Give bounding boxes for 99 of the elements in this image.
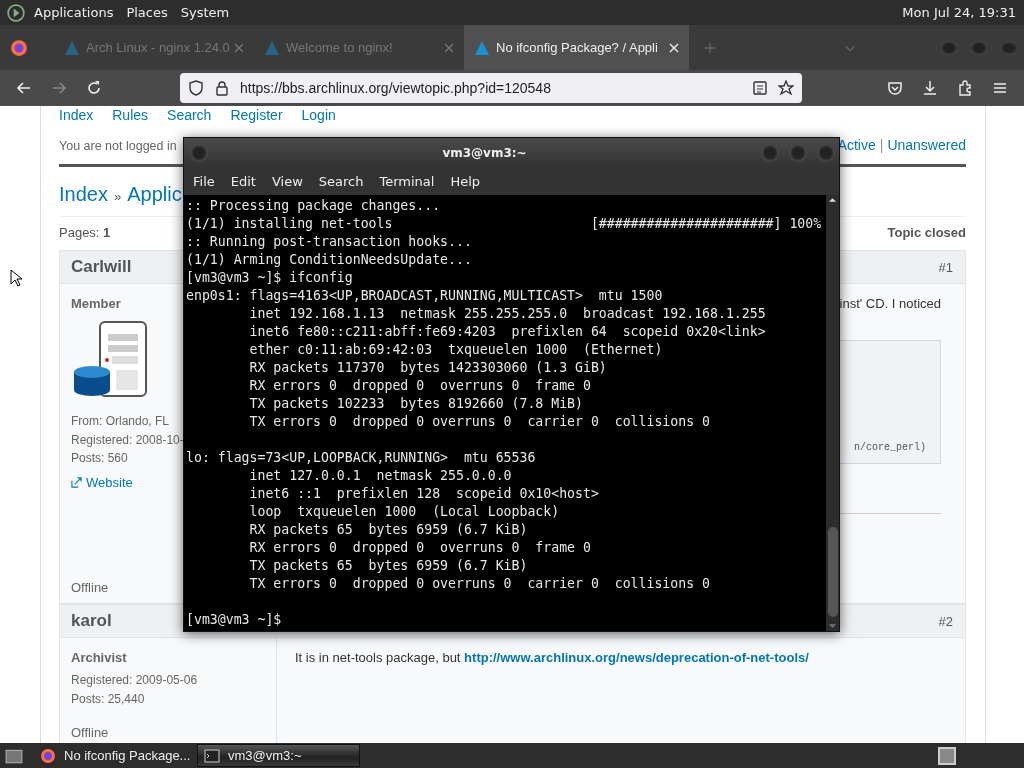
taskbar-item[interactable]: No ifconfig Package... [34, 744, 197, 767]
terminal-line: :: Running post-transaction hooks... [186, 233, 473, 251]
triangle-icon [64, 39, 80, 56]
terminal-line: inet 192.168.1.13 netmask 255.255.255.0 broadcast 192.168.1.255 [248, 305, 767, 323]
puzzle-icon[interactable] [957, 80, 973, 96]
terminal-line: [vm3@vm3 ~]$ ifconfig [186, 269, 354, 287]
maximize-button[interactable] [789, 143, 807, 162]
terminal-line: :: Processing package changes... [186, 197, 442, 215]
scrollbar[interactable] [826, 195, 839, 631]
triangle-icon [264, 39, 280, 56]
address-bar[interactable]: https://bbs.archlinux.org/viewtopic.php?id=120548 [180, 73, 802, 103]
unanswered-link[interactable]: Unanswered [887, 137, 966, 153]
terminal-line: RX errors 0 dropped 0 overruns 0 frame 0 [248, 377, 592, 395]
terminal-line: TX errors 0 dropped 0 overruns 0 carrier 0 collisions 0 [248, 575, 711, 593]
user-rank: Member [71, 296, 121, 311]
cursor-icon [10, 269, 22, 287]
panel-menu[interactable]: Places [126, 5, 168, 20]
firefox-icon [40, 747, 56, 764]
login-status: You are not logged in [59, 139, 177, 153]
browser-tab[interactable]: No ifconfig Package? / Appli [464, 25, 689, 70]
nav-link[interactable]: Rules [112, 107, 149, 127]
menu-item[interactable]: Edit [230, 173, 256, 189]
post-text: It is in net-tools package, but http://www.archlinux.org/news/deprecation-of-net-tools/ [295, 650, 810, 665]
online-status: Offline [71, 580, 109, 595]
minimize-button[interactable] [761, 143, 779, 162]
page-number: 1 [103, 225, 111, 240]
external-link-icon [71, 476, 82, 488]
post-link[interactable]: http://www.archlinux.org/news/deprecation-of-net-tools/ [464, 650, 809, 665]
terminal-icon [204, 747, 220, 764]
terminal-line: [vm3@vm3 ~]$ [186, 611, 283, 629]
post-author[interactable]: Carlwill [71, 257, 132, 277]
logo-icon[interactable] [7, 3, 25, 22]
menu-item[interactable]: File [193, 173, 215, 189]
panel-menu[interactable]: Applications [34, 5, 114, 20]
terminal-line: inet6 ::1 prefixlen 128 scopeid 0x10<host> [248, 485, 600, 503]
nav-link[interactable]: Search [167, 107, 212, 127]
terminal-line: RX packets 117370 bytes 1423303060 (1.3 GiB) [248, 359, 608, 377]
close-button[interactable] [817, 143, 835, 162]
terminal-line: RX packets 65 bytes 6959 (6.7 KiB) [248, 521, 529, 539]
menu-icon[interactable] [992, 80, 1008, 96]
scroll-down-icon[interactable] [828, 623, 837, 629]
window-title: vm3@vm3:~ [441, 145, 528, 160]
user-info: Registered: 2008-10- [71, 431, 184, 449]
post-author[interactable]: karol [71, 611, 112, 631]
terminal-line: loop txqueuelen 1000 (Local Loopback) [248, 503, 561, 521]
triangle-icon [474, 39, 490, 56]
terminal-line: inet 127.0.0.1 netmask 255.0.0.0 [248, 467, 513, 485]
code-text: n/core_perl) [854, 442, 926, 453]
pages-label: Pages: [59, 225, 100, 240]
reload-icon[interactable] [86, 80, 102, 96]
terminal-line: RX errors 0 dropped 0 overruns 0 frame 0 [248, 539, 592, 557]
post-number[interactable]: #1 [938, 259, 953, 275]
star-icon[interactable] [778, 80, 794, 96]
breadcrumb-separator: » [113, 189, 122, 204]
active-link[interactable]: Active [837, 137, 876, 153]
menu-item[interactable]: Terminal [379, 173, 435, 189]
terminal-line: TX packets 102233 bytes 8192660 (7.8 MiB) [248, 395, 584, 413]
terminal-line: enp0s1: flags=4163<UP,BROADCAST,RUNNING,MULTICAST> mtu 1500 [186, 287, 664, 305]
forward-icon[interactable] [51, 80, 67, 96]
user-info: Posts: 25,440 [71, 690, 145, 708]
firefox-icon[interactable] [10, 38, 28, 57]
user-info: Posts: 560 [71, 450, 128, 467]
nav-link[interactable]: Login [301, 107, 336, 127]
pocket-icon[interactable] [887, 80, 903, 96]
website-link[interactable]: Website [71, 474, 133, 490]
post-number[interactable]: #2 [938, 613, 953, 629]
nav-link[interactable]: Register [230, 107, 283, 127]
menu-item[interactable]: Search [318, 173, 364, 189]
window-menu-button[interactable] [190, 143, 208, 162]
scroll-up-icon[interactable] [828, 197, 837, 203]
shield-icon [188, 80, 204, 96]
breadcrumb-link[interactable]: Applic [127, 183, 182, 205]
terminal-line: TX packets 65 bytes 6959 (6.7 KiB) [248, 557, 529, 575]
terminal-line: inet6 fe80::c211:abff:fe69:4203 prefixlen 64 scopeid 0x20<link> [248, 323, 767, 341]
menu-item[interactable]: View [271, 173, 303, 189]
panel-menu[interactable]: System [180, 5, 230, 20]
terminal-line: ether c0:11:ab:69:42:03 txqueuelen 1000 (Ethernet) [248, 341, 664, 359]
clock: Mon Jul 24, 19:31 [902, 5, 1016, 20]
new-tab-icon[interactable] [703, 40, 717, 55]
user-rank: Archivist [71, 650, 127, 665]
online-status: Offline [71, 725, 109, 740]
download-icon[interactable] [922, 80, 938, 96]
terminal-line: TX errors 0 dropped 0 overruns 0 carrier 0 collisions 0 [248, 413, 711, 431]
workspace-switcher[interactable] [938, 746, 956, 765]
user-info: Registered: 2009-05-06 [71, 672, 198, 689]
topic-status: Topic closed [887, 225, 966, 240]
scrollbar-thumb[interactable] [827, 527, 838, 617]
user-info: From: Orlando, FL [71, 413, 170, 430]
nav-link[interactable]: Index [59, 107, 94, 127]
breadcrumb-link[interactable]: Index [59, 183, 108, 205]
menu-item[interactable]: Help [450, 173, 481, 189]
back-icon[interactable] [16, 80, 32, 96]
separator: | [879, 137, 884, 153]
terminal-line: (1/1) installing net-tools [######################] 100% [186, 215, 823, 233]
terminal-line: lo: flags=73<UP,LOOPBACK,RUNNING> mtu 65536 [186, 449, 537, 467]
reader-icon[interactable] [752, 80, 768, 96]
lock-icon [214, 80, 230, 96]
taskbar-item[interactable]: vm3@vm3:~ [197, 744, 360, 767]
terminal-line: (1/1) Arming ConditionNeedsUpdate... [186, 251, 473, 269]
